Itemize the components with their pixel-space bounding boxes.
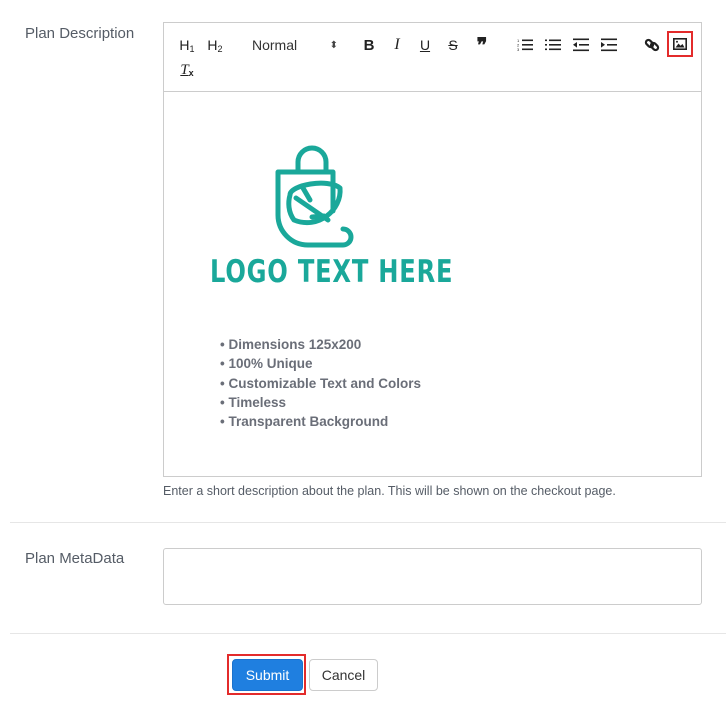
list-item: Timeless	[220, 393, 421, 412]
format-select[interactable]: Normal ⬍	[252, 35, 338, 55]
header-1-button[interactable]: H1	[177, 35, 197, 55]
editor-content[interactable]: LOGO TEXT HERE Dimensions 125x200 100% U…	[164, 92, 701, 477]
blockquote-button[interactable]: ❞	[472, 34, 492, 57]
indent-button[interactable]	[600, 36, 618, 54]
blockquote-icon: ❞	[476, 34, 488, 57]
cancel-button[interactable]: Cancel	[309, 659, 378, 691]
image-icon	[673, 38, 687, 50]
format-select-value: Normal	[252, 37, 298, 53]
list-item: Dimensions 125x200	[220, 335, 421, 354]
rich-text-editor: H1 H2 Normal ⬍ B I U S ❞ 123 Tx LOGO TEX…	[163, 22, 702, 477]
clean-format-button[interactable]: Tx	[177, 60, 197, 80]
header-2-button[interactable]: H2	[205, 35, 225, 55]
strike-icon: S	[448, 37, 458, 53]
editor-toolbar: H1 H2 Normal ⬍ B I U S ❞ 123 Tx	[164, 23, 701, 92]
plan-metadata-label: Plan MetaData	[25, 550, 125, 567]
shopping-bag-leaf-logo-icon	[275, 145, 354, 248]
list-item: 100% Unique	[220, 354, 421, 373]
italic-button[interactable]: I	[388, 35, 406, 55]
section-divider	[10, 633, 726, 634]
feature-list: Dimensions 125x200 100% Unique Customiza…	[220, 335, 421, 431]
ordered-list-button[interactable]: 123	[516, 36, 534, 54]
plan-metadata-input[interactable]	[163, 548, 702, 605]
list-item: Transparent Background	[220, 412, 421, 431]
image-button[interactable]	[667, 31, 693, 57]
section-divider	[10, 522, 726, 523]
italic-icon: I	[394, 36, 400, 53]
clear-format-icon: Tx	[180, 61, 194, 78]
bold-icon: B	[363, 36, 375, 54]
svg-text:3: 3	[517, 47, 520, 52]
link-icon	[644, 38, 660, 52]
bullet-list-button[interactable]	[544, 36, 562, 54]
description-help-text: Enter a short description about the plan…	[163, 484, 616, 498]
logo-text: LOGO TEXT HERE	[210, 254, 454, 290]
link-button[interactable]	[643, 36, 661, 54]
outdent-icon	[573, 38, 589, 52]
underline-button[interactable]: U	[416, 35, 434, 55]
select-caret-icon: ⬍	[329, 39, 338, 51]
list-item: Customizable Text and Colors	[220, 374, 421, 393]
header-2-icon: H2	[207, 36, 223, 54]
underline-icon: U	[419, 37, 431, 53]
bullet-list-icon	[545, 39, 561, 51]
bold-button[interactable]: B	[360, 35, 378, 55]
plan-description-label: Plan Description	[25, 25, 135, 42]
outdent-button[interactable]	[572, 36, 590, 54]
header-1-icon: H1	[179, 36, 195, 54]
strike-button[interactable]: S	[444, 35, 462, 55]
submit-button[interactable]: Submit	[232, 659, 303, 691]
ordered-list-icon: 123	[517, 38, 533, 52]
indent-icon	[601, 38, 617, 52]
